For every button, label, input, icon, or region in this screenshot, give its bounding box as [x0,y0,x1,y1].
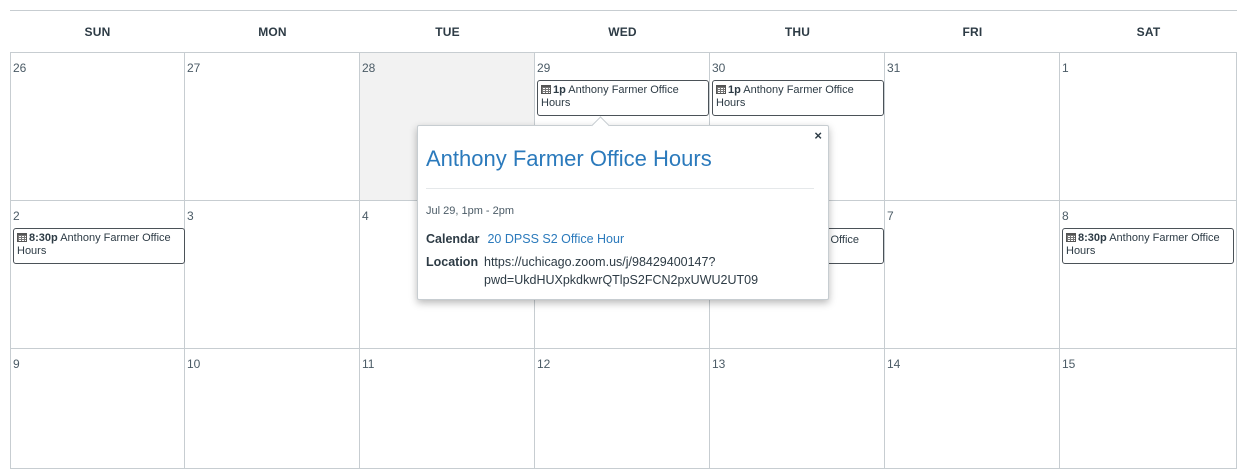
day-cell[interactable]: 1 [1060,53,1237,201]
calendar-event[interactable]: 8:30p Anthony Farmer Office Hours [13,228,185,264]
day-cell[interactable]: 3 [185,201,360,349]
day-cell[interactable]: 2 8:30p Anthony Farmer Office Hours [10,201,185,349]
day-cell[interactable]: 14 [885,349,1060,469]
location-label: Location [426,255,479,269]
day-cell[interactable]: 9 [10,349,185,469]
day-number: 7 [887,209,894,223]
day-number: 31 [887,61,901,75]
day-cell[interactable]: 11 [360,349,535,469]
day-number: 12 [537,357,551,371]
divider [426,188,814,189]
day-number: 29 [537,61,551,75]
day-number: 8 [1062,209,1069,223]
event-time: 1p [728,84,741,96]
day-number: 10 [187,357,201,371]
calendar-icon [1066,233,1076,242]
calendar-event[interactable]: 1p Anthony Farmer Office Hours [712,80,884,116]
day-cell[interactable]: 7 [885,201,1060,349]
weekday-mon: MON [258,25,287,39]
event-time: 8:30p [1078,232,1107,244]
day-cell[interactable]: 10 [185,349,360,469]
location-row: Location https://uchicago.zoom.us/j/98429… [426,253,758,289]
calendar-icon [541,85,551,94]
day-number: 13 [712,357,726,371]
event-title-link[interactable]: Anthony Farmer Office Hours [426,146,712,172]
day-number: 30 [712,61,726,75]
day-number: 15 [1062,357,1076,371]
calendar-event[interactable]: 8:30p Anthony Farmer Office Hours [1062,228,1234,264]
event-time: 1p [553,84,566,96]
weekday-wed: WED [608,25,637,39]
weekday-thu: THU [784,25,811,39]
day-cell[interactable]: 12 [535,349,710,469]
event-time: 8:30p [29,232,58,244]
calendar-event[interactable]: 1p Anthony Farmer Office Hours [537,80,709,116]
day-number: 1 [1062,61,1069,75]
day-cell[interactable]: 15 [1060,349,1237,469]
day-number: 3 [187,209,194,223]
location-line: pwd=UkdHUXpkdkwrQTlpS2FCN2pxUWU2UT09 [484,273,759,287]
day-cell[interactable]: 27 [185,53,360,201]
day-number: 4 [362,209,369,223]
event-title: Office [830,234,859,246]
day-number: 14 [887,357,901,371]
day-number: 9 [13,357,20,371]
day-cell[interactable]: 8 8:30p Anthony Farmer Office Hours [1060,201,1237,349]
weekday-sun: SUN [84,25,111,39]
calendar-link[interactable]: 20 DPSS S2 Office Hour [487,232,624,246]
weekday-tue: TUE [435,25,460,39]
calendar-icon [716,85,726,94]
day-cell[interactable]: 26 [10,53,185,201]
location-line: https://uchicago.zoom.us/j/98429400147? [484,255,716,269]
calendar-row: Calendar 20 DPSS S2 Office Hour [426,230,624,248]
weekday-header: SUN MON TUE WED THU FRI SAT [10,10,1237,53]
day-number: 26 [13,61,27,75]
calendar-icon [17,233,27,242]
day-cell[interactable]: 13 [710,349,885,469]
event-details-popover: × Anthony Farmer Office Hours Jul 29, 1p… [417,125,829,300]
close-icon[interactable]: × [814,128,822,143]
calendar-label: Calendar [426,232,480,246]
location-value: https://uchicago.zoom.us/j/98429400147? p… [484,253,758,289]
weekday-fri: FRI [962,25,983,39]
weekday-sat: SAT [1136,25,1161,39]
day-cell[interactable]: 31 [885,53,1060,201]
day-number: 27 [187,61,201,75]
event-datetime: Jul 29, 1pm - 2pm [426,205,515,217]
day-number: 11 [362,357,375,371]
day-number: 2 [13,209,20,223]
day-number: 28 [362,61,376,75]
